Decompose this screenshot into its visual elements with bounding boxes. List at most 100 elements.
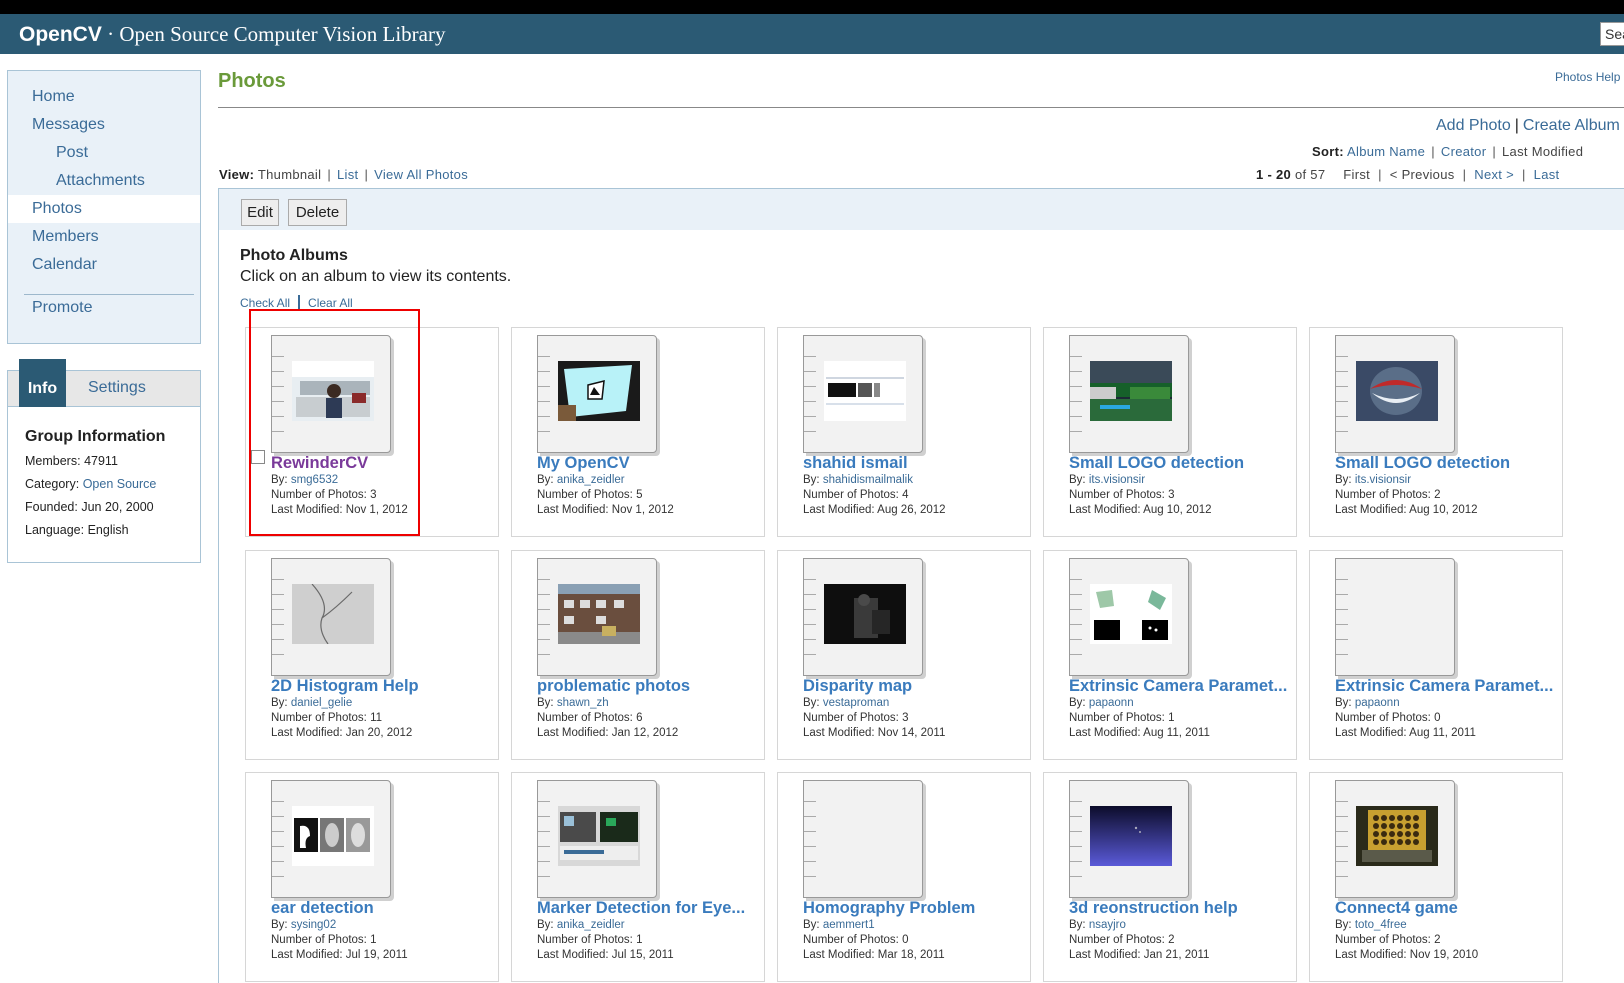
creator-link[interactable]: sysing02 xyxy=(291,919,336,931)
creator-link[interactable]: daniel_gelie xyxy=(291,697,352,709)
album-card[interactable]: 3d reonstruction help By: nsayjro Number o… xyxy=(1043,772,1297,982)
view-all-photos[interactable]: View All Photos xyxy=(374,167,468,182)
creator-link[interactable]: papaonn xyxy=(1089,697,1134,709)
album-title[interactable]: Connect4 game xyxy=(1335,899,1458,918)
album-cover[interactable] xyxy=(537,335,657,453)
album-cover[interactable] xyxy=(1069,780,1189,898)
sort-last-modified[interactable]: Last Modified xyxy=(1502,144,1583,159)
album-title[interactable]: My OpenCV xyxy=(537,454,630,473)
create-album-link[interactable]: Create Album xyxy=(1523,117,1620,134)
creator-link[interactable]: vestaproman xyxy=(823,697,889,709)
title-divider xyxy=(218,107,1624,108)
album-cover[interactable] xyxy=(1069,558,1189,676)
album-card[interactable]: Homography Problem By: aemmert1 Number of … xyxy=(777,772,1031,982)
album-card[interactable]: Extrinsic Camera Paramet... By: papaonn Nu… xyxy=(1309,550,1563,760)
album-card[interactable]: Extrinsic Camera Paramet... By: papaonn Nu… xyxy=(1043,550,1297,760)
pager-first[interactable]: First xyxy=(1343,167,1370,182)
album-title[interactable]: Disparity map xyxy=(803,677,912,696)
album-cover[interactable] xyxy=(803,335,923,453)
album-spiral xyxy=(538,348,550,443)
album-last-modified: Last Modified: Jan 20, 2012 xyxy=(271,727,413,739)
album-cover[interactable] xyxy=(537,780,657,898)
album-title[interactable]: 2D Histogram Help xyxy=(271,677,419,696)
delete-button[interactable]: Delete xyxy=(288,199,347,226)
album-thumbnail xyxy=(292,806,374,866)
album-cover[interactable] xyxy=(271,558,391,676)
album-cover[interactable] xyxy=(1335,335,1455,453)
creator-link[interactable]: shahidismailmalik xyxy=(823,474,913,486)
creator-link[interactable]: toto_4free xyxy=(1355,919,1407,931)
creator-link[interactable]: its.visionsir xyxy=(1089,474,1145,486)
album-title[interactable]: Extrinsic Camera Paramet... xyxy=(1335,677,1553,696)
album-cover[interactable] xyxy=(1069,335,1189,453)
sidebar-item-home[interactable]: Home xyxy=(8,83,200,111)
album-title[interactable]: Small LOGO detection xyxy=(1069,454,1244,473)
album-card[interactable]: 2D Histogram Help By: daniel_gelie Number … xyxy=(245,550,499,760)
tab-settings[interactable]: Settings xyxy=(88,379,146,397)
category-link[interactable]: Open Source xyxy=(83,477,157,491)
creator-link[interactable]: its.visionsir xyxy=(1355,474,1411,486)
album-checkbox[interactable] xyxy=(251,450,265,464)
sort-creator[interactable]: Creator xyxy=(1441,144,1486,159)
albums-heading: Photo Albums xyxy=(240,247,348,264)
album-last-modified: Last Modified: Nov 1, 2012 xyxy=(271,504,408,516)
album-card[interactable]: problematic photos By: shawn_zh Number of … xyxy=(511,550,765,760)
album-title[interactable]: Extrinsic Camera Paramet... xyxy=(1069,677,1287,696)
album-creator: By: daniel_gelie xyxy=(271,697,352,709)
creator-link[interactable]: aemmert1 xyxy=(823,919,875,931)
album-cover[interactable] xyxy=(537,558,657,676)
check-all-link[interactable]: Check All xyxy=(240,296,290,310)
site-logo[interactable]: OpenCV · Open Source Computer Vision Lib… xyxy=(19,22,445,47)
sidebar-item-photos[interactable]: Photos xyxy=(8,195,200,223)
view-list[interactable]: List xyxy=(337,167,358,182)
album-cover[interactable] xyxy=(803,780,923,898)
pager-previous[interactable]: < Previous xyxy=(1390,167,1455,182)
album-title[interactable]: Marker Detection for Eye... xyxy=(537,899,745,918)
sidebar-item-messages[interactable]: Messages xyxy=(8,111,200,139)
view-thumbnail[interactable]: Thumbnail xyxy=(258,167,321,182)
sidebar-item-calendar[interactable]: Calendar xyxy=(8,251,200,279)
album-title[interactable]: Small LOGO detection xyxy=(1335,454,1510,473)
album-card[interactable]: shahid ismail By: shahidismailmalik Number… xyxy=(777,327,1031,537)
album-title[interactable]: shahid ismail xyxy=(803,454,908,473)
album-card[interactable]: ear detection By: sysing02 Number of Photo… xyxy=(245,772,499,982)
sidebar-item-post[interactable]: Post xyxy=(8,139,200,167)
album-title[interactable]: ear detection xyxy=(271,899,374,918)
creator-link[interactable]: anika_zeidler xyxy=(557,919,625,931)
sidebar-item-members[interactable]: Members xyxy=(8,223,200,251)
pager-next[interactable]: Next > xyxy=(1474,167,1514,182)
creator-label: By: xyxy=(271,474,288,486)
album-card[interactable]: Connect4 game By: toto_4free Number of Pho… xyxy=(1309,772,1563,982)
album-card[interactable]: RewinderCV By: smg6532 Number of Photos: 3… xyxy=(245,327,499,537)
creator-link[interactable]: shawn_zh xyxy=(557,697,609,709)
album-card[interactable]: Disparity map By: vestaproman Number of Ph… xyxy=(777,550,1031,760)
photos-help-link[interactable]: Photos Help xyxy=(1555,70,1620,84)
album-card[interactable]: Small LOGO detection By: its.visionsir Num… xyxy=(1309,327,1563,537)
album-card[interactable]: My OpenCV By: anika_zeidler Number of Phot… xyxy=(511,327,765,537)
sidebar-item-promote[interactable]: Promote xyxy=(8,294,200,322)
album-title[interactable]: problematic photos xyxy=(537,677,690,696)
sort-album-name[interactable]: Album Name xyxy=(1347,144,1425,159)
album-cover[interactable] xyxy=(1335,780,1455,898)
album-cover[interactable] xyxy=(271,780,391,898)
album-cover[interactable] xyxy=(271,335,391,453)
search-input[interactable]: Sea xyxy=(1600,22,1624,46)
logo-subtitle: · Open Source Computer Vision Library xyxy=(101,22,446,46)
tab-info[interactable]: Info xyxy=(19,359,66,407)
edit-button[interactable]: Edit xyxy=(241,199,279,226)
creator-link[interactable]: papaonn xyxy=(1355,697,1400,709)
album-card[interactable]: Small LOGO detection By: its.visionsir Num… xyxy=(1043,327,1297,537)
creator-link[interactable]: anika_zeidler xyxy=(557,474,625,486)
album-title[interactable]: 3d reonstruction help xyxy=(1069,899,1238,918)
album-title[interactable]: Homography Problem xyxy=(803,899,975,918)
add-photo-link[interactable]: Add Photo xyxy=(1436,117,1511,134)
creator-link[interactable]: nsayjro xyxy=(1089,919,1126,931)
album-cover[interactable] xyxy=(803,558,923,676)
sidebar-item-attachments[interactable]: Attachments xyxy=(8,167,200,195)
album-title[interactable]: RewinderCV xyxy=(271,454,368,473)
album-card[interactable]: Marker Detection for Eye... By: anika_zei… xyxy=(511,772,765,982)
album-cover[interactable] xyxy=(1335,558,1455,676)
clear-all-link[interactable]: Clear All xyxy=(308,296,353,310)
creator-link[interactable]: smg6532 xyxy=(291,474,338,486)
pager-last[interactable]: Last xyxy=(1534,167,1560,182)
